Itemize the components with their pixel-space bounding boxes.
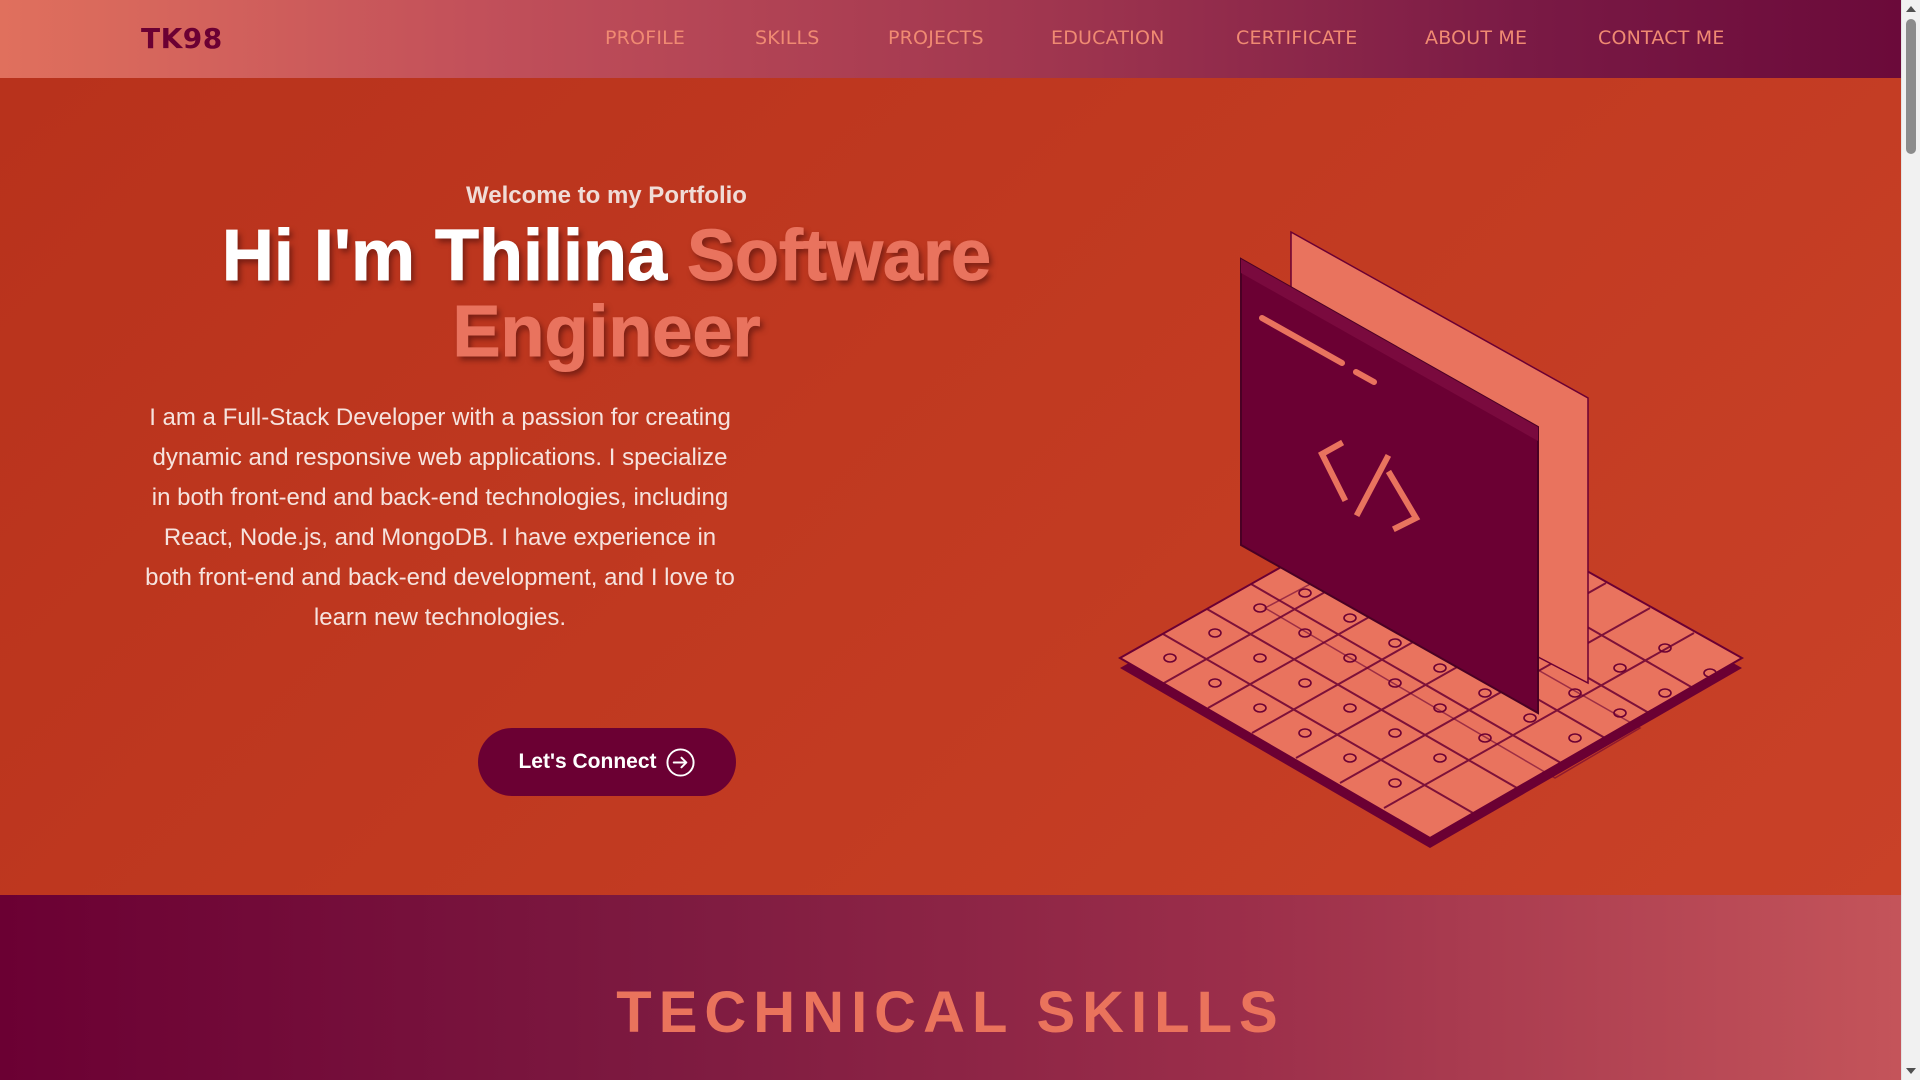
nav-link-certificate[interactable]: CERTIFICATE [1236,27,1357,49]
nav-link-contact-me[interactable]: CONTACT ME [1598,27,1725,49]
technical-skills-section: TECHNICAL SKILLS [0,895,1901,1080]
nav-link-projects[interactable]: PROJECTS [888,27,984,49]
scrollbar-thumb[interactable] [1906,19,1916,154]
arrow-right-circle-icon [665,747,695,777]
lets-connect-label: Let's Connect [518,750,657,773]
nav-link-education[interactable]: EDUCATION [1051,27,1165,49]
nav-link-profile[interactable]: PROFILE [605,27,685,49]
hero-section: Welcome to my Portfolio Hi I'm Thilina S… [0,78,1901,895]
hero-headline: Hi I'm Thilina Software Engineer [120,216,1093,371]
hero-bio: I am a Full-Stack Developer with a passi… [145,404,735,631]
headline-intro: Hi I'm Thilina [221,216,688,296]
technical-skills-title: TECHNICAL SKILLS [616,980,1285,1045]
welcome-text: Welcome to my Portfolio [466,182,747,209]
nav-links: PROFILE SKILLS PROJECTS EDUCATION CERTIF… [0,0,1901,78]
scroll-up-arrow-icon[interactable] [1906,6,1916,12]
nav-link-skills[interactable]: SKILLS [755,27,820,49]
scroll-down-arrow-icon[interactable] [1906,1068,1916,1074]
navbar: TK98 PROFILE SKILLS PROJECTS EDUCATION C… [0,0,1901,78]
lets-connect-button[interactable]: Let's Connect [478,728,736,796]
nav-link-about-me[interactable]: ABOUT ME [1425,27,1527,49]
vertical-scrollbar[interactable] [1901,0,1920,1080]
code-laptop-illustration [1117,230,1745,848]
page: TK98 PROFILE SKILLS PROJECTS EDUCATION C… [0,0,1920,1080]
